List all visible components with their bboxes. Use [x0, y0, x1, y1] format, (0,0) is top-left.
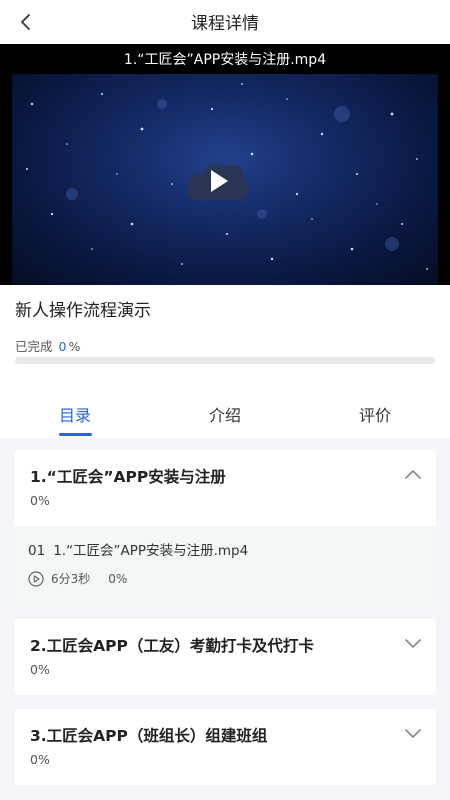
lesson-title-row: 01 1.“工匠会”APP安装与注册.mp4	[28, 539, 248, 559]
tab-bar: 目录 介绍 评价	[0, 390, 450, 438]
chapter-title: 2.工匠会APP（工友）考勤打卡及代打卡	[30, 637, 314, 655]
chapter-title: 3.工匠会APP（班组长）组建班组	[30, 727, 268, 745]
chevron-down-icon[interactable]	[404, 637, 422, 649]
course-title: 新人操作流程演示	[15, 301, 151, 321]
lesson-title: 1.“工匠会”APP安装与注册.mp4	[53, 543, 249, 559]
chapter-progress: 0%	[30, 493, 50, 508]
lesson-index: 01	[28, 543, 46, 559]
lesson-item[interactable]: 01 1.“工匠会”APP安装与注册.mp4 6分3秒 0%	[14, 526, 436, 606]
lesson-meta: 6分3秒 0%	[28, 570, 127, 587]
progress-value: 0	[58, 339, 67, 354]
lesson-progress: 0%	[108, 571, 128, 586]
top-bar: 课程详情	[0, 0, 450, 44]
cloud-play-icon[interactable]	[183, 156, 251, 204]
tab-introduction[interactable]: 介绍	[150, 402, 300, 426]
tab-catalog[interactable]: 目录	[0, 402, 150, 426]
chapter-title: 1.“工匠会”APP安装与注册	[30, 468, 226, 486]
chevron-down-icon[interactable]	[404, 727, 422, 739]
progress-unit: %	[68, 339, 81, 354]
chapter-item[interactable]: 1.“工匠会”APP安装与注册 0% 01 1.“工匠会”APP安装与注册.mp4…	[14, 450, 436, 606]
video-play-icon	[28, 570, 44, 587]
chapter-progress: 0%	[30, 752, 50, 767]
video-player[interactable]: 1.“工匠会”APP安装与注册.mp4	[0, 44, 450, 285]
page-title: 课程详情	[191, 14, 259, 34]
chevron-up-icon[interactable]	[404, 468, 422, 480]
tab-reviews[interactable]: 评价	[300, 402, 450, 426]
progress-label-row: 已完成 0%	[15, 336, 80, 355]
chapter-list: 1.“工匠会”APP安装与注册 0% 01 1.“工匠会”APP安装与注册.mp4…	[0, 438, 450, 800]
active-tab-indicator	[59, 433, 92, 436]
video-title: 1.“工匠会”APP安装与注册.mp4	[123, 52, 327, 68]
chapter-item[interactable]: 2.工匠会APP（工友）考勤打卡及代打卡 0%	[14, 619, 436, 695]
chapter-item[interactable]: 3.工匠会APP（班组长）组建班组 0%	[14, 709, 436, 785]
progress-bar	[15, 357, 435, 364]
lesson-duration: 6分3秒	[51, 572, 91, 586]
progress-label: 已完成	[15, 339, 53, 354]
chapter-progress: 0%	[30, 662, 50, 677]
